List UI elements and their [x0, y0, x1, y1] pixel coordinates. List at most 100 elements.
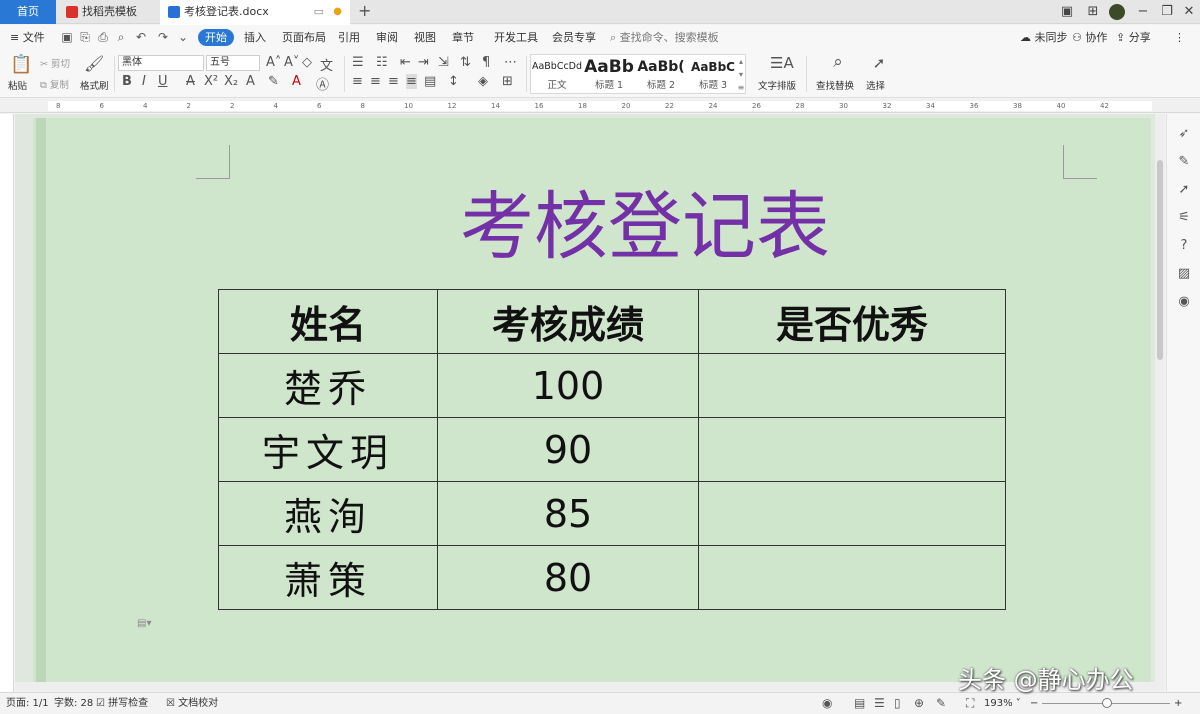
copy-button[interactable]: ⧉ 复制 — [40, 77, 69, 91]
header-score[interactable]: 考核成绩 — [437, 289, 699, 354]
strikethrough-icon[interactable]: A — [186, 74, 195, 89]
web-view-icon[interactable]: ⊕ — [914, 696, 924, 710]
align-center-icon[interactable]: ≡ — [370, 74, 381, 89]
page-view-icon[interactable]: ▤ — [854, 696, 865, 710]
find-replace-label[interactable]: 查找替换 — [816, 78, 854, 92]
share-button[interactable]: ⇪ 分享 — [1116, 25, 1151, 50]
paste-label[interactable]: 粘贴 — [8, 78, 27, 92]
zoom-level[interactable]: 193% ˅ — [984, 693, 1021, 714]
cell-excellent[interactable] — [698, 417, 1006, 482]
location-icon[interactable]: ◉ — [1176, 294, 1192, 310]
superscript-icon[interactable]: X² — [204, 74, 218, 89]
grow-font-icon[interactable]: A˄ — [266, 55, 281, 70]
cell-excellent[interactable] — [698, 353, 1006, 418]
more-icon[interactable]: ⌄ — [176, 30, 190, 44]
eye-icon[interactable]: ◉ — [822, 696, 832, 710]
style-heading2[interactable]: AaBb( 标题 2 — [635, 55, 687, 95]
layout-icon[interactable]: ▣ — [1054, 0, 1080, 24]
fit-page-icon[interactable]: ⛶ — [966, 696, 974, 711]
align-left-icon[interactable]: ≡ — [352, 74, 363, 89]
word-count[interactable]: 字数: 28 — [54, 693, 93, 714]
tab-member[interactable]: 会员专享 — [552, 25, 596, 50]
sort-icon[interactable]: ⇅ — [460, 55, 471, 70]
collab-button[interactable]: ⚇ 协作 — [1072, 25, 1107, 50]
align-right-icon[interactable]: ≡ — [388, 74, 399, 89]
menu-file[interactable]: ≡ 文件 — [10, 25, 45, 50]
tab-review[interactable]: 审阅 — [376, 25, 398, 50]
rocket-icon[interactable]: ➶ — [1176, 126, 1192, 142]
pinyin-icon[interactable]: 文 — [320, 55, 333, 74]
unsaved-dot-icon[interactable]: ● — [333, 0, 342, 24]
format-painter-label[interactable]: 格式刷 — [80, 78, 109, 92]
header-excellent[interactable]: 是否优秀 — [698, 289, 1006, 354]
decrease-indent-icon[interactable]: ⇤ — [400, 55, 411, 70]
image-icon[interactable]: ▨ — [1176, 266, 1192, 282]
style-heading3[interactable]: AaBbC 标题 3 — [687, 55, 739, 95]
pointer-icon[interactable]: ➚ — [1176, 182, 1192, 198]
borders-icon[interactable]: ⊞ — [502, 74, 513, 89]
grid-icon[interactable]: ⊞ — [1080, 0, 1106, 24]
cut-button[interactable]: ✂ 剪切 — [40, 56, 70, 70]
tab-view[interactable]: 视图 — [414, 25, 436, 50]
shrink-font-icon[interactable]: A˅ — [284, 55, 299, 70]
style-heading1[interactable]: AaBb 标题 1 — [583, 55, 635, 95]
monitor-icon[interactable]: ▭ — [314, 0, 324, 24]
tab-start[interactable]: 开始 — [198, 29, 234, 46]
settings-sliders-icon[interactable]: ⚟ — [1176, 210, 1192, 226]
help-icon[interactable]: ? — [1176, 238, 1192, 254]
new-tab-button[interactable]: + — [358, 0, 371, 22]
paste-options-icon[interactable]: ▤▾ — [137, 618, 151, 629]
text-layout-label[interactable]: 文字排版 — [758, 78, 796, 92]
cell-excellent[interactable] — [698, 481, 1006, 546]
zoom-out-button[interactable]: − — [1030, 693, 1038, 714]
header-name[interactable]: 姓名 — [218, 289, 438, 354]
pen-view-icon[interactable]: ✎ — [936, 696, 946, 710]
export-icon[interactable]: ⎘ — [78, 30, 92, 44]
subscript-icon[interactable]: X₂ — [224, 74, 238, 89]
style-normal[interactable]: AaBbCcDd 正文 — [531, 55, 583, 95]
cell-excellent[interactable] — [698, 545, 1006, 610]
distribute-icon[interactable]: ▤ — [424, 74, 436, 89]
bold-icon[interactable]: B — [122, 74, 132, 89]
format-painter-icon[interactable]: 🖌 — [84, 54, 104, 73]
minimize-icon[interactable]: − — [1130, 0, 1156, 24]
select-label[interactable]: 选择 — [866, 78, 885, 92]
text-layout-icon[interactable]: ☰A — [770, 54, 794, 72]
justify-icon[interactable]: ≡ — [406, 74, 417, 89]
cell-name[interactable]: 萧策 — [218, 545, 438, 610]
page-count[interactable]: 页面: 1/1 — [6, 693, 49, 714]
tab-reference[interactable]: 引用 — [338, 25, 360, 50]
vertical-ruler[interactable] — [0, 114, 14, 692]
vertical-scroll-thumb[interactable] — [1157, 160, 1163, 360]
increase-indent-icon[interactable]: ⇥ — [418, 55, 429, 70]
font-name-select[interactable]: 黑体 — [118, 55, 204, 71]
close-icon[interactable]: ✕ — [1176, 0, 1200, 24]
underline-icon[interactable]: U — [158, 74, 168, 89]
pen-icon[interactable]: ✎ — [1176, 154, 1192, 170]
italic-icon[interactable]: I — [142, 74, 146, 89]
cell-score[interactable]: 100 — [437, 353, 699, 418]
table-border-icon[interactable]: ⋯ — [504, 55, 517, 70]
score-table[interactable]: 姓名 考核成绩 是否优秀 楚乔 100 宇文玥 90 燕洵 85 萧策 80 — [218, 289, 1006, 610]
highlight-icon[interactable]: ✎ — [268, 74, 279, 89]
line-spacing-icon[interactable]: ↕ — [448, 74, 459, 89]
vertical-scrollbar[interactable] — [1155, 114, 1165, 691]
zoom-in-button[interactable]: + — [1174, 693, 1182, 714]
spell-check[interactable]: ☑ 拼写检查 — [96, 693, 148, 714]
save-icon[interactable]: ▣ — [60, 30, 74, 44]
shading-icon[interactable]: ◈ — [478, 74, 488, 89]
preview-icon[interactable]: ⌕ — [114, 30, 128, 44]
font-color-icon[interactable]: A — [292, 74, 301, 89]
doc-proof[interactable]: ☒ 文档校对 — [166, 693, 218, 714]
cell-name[interactable]: 燕洵 — [218, 481, 438, 546]
tab-home[interactable]: 首页 — [0, 0, 56, 24]
cell-score[interactable]: 85 — [437, 481, 699, 546]
cursor-icon[interactable]: ➚ — [870, 54, 888, 72]
cell-score[interactable]: 90 — [437, 417, 699, 482]
bullets-icon[interactable]: ☰ — [352, 55, 364, 70]
paste-icon[interactable]: 📋 — [10, 54, 32, 75]
text-effect-icon[interactable]: A — [246, 74, 255, 89]
command-search[interactable]: ⌕ 查找命令、搜索模板 — [610, 25, 719, 50]
reading-view-icon[interactable]: ▯ — [894, 696, 901, 710]
print-icon[interactable]: ⎙ — [96, 30, 110, 44]
